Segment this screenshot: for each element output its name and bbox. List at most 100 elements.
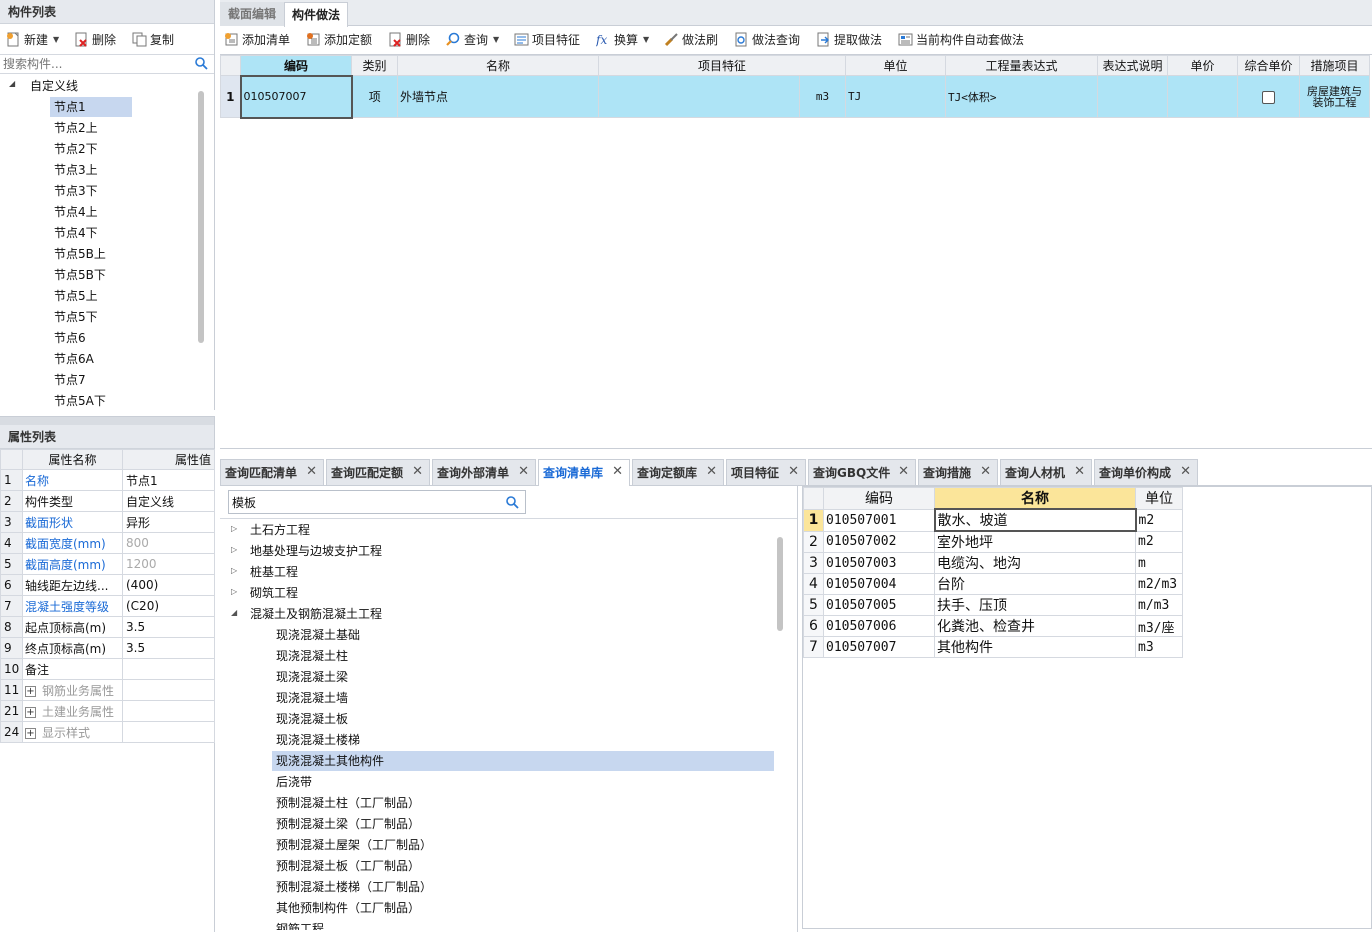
- grid-header-7[interactable]: 单价: [1167, 55, 1239, 76]
- library-tree-item[interactable]: 现浇混凝土板: [272, 709, 352, 729]
- search-icon[interactable]: [195, 57, 208, 73]
- bottom-tab-0[interactable]: 查询匹配清单 ✕: [220, 459, 324, 485]
- result-name[interactable]: 台阶: [934, 573, 1136, 595]
- component-tree-scrollbar[interactable]: [198, 91, 204, 343]
- library-tree-item[interactable]: 现浇混凝土基础: [272, 625, 364, 645]
- bottom-tab-3[interactable]: 查询清单库 ✕: [538, 459, 630, 486]
- method-row[interactable]: 1 010507007 项 外墙节点 m3 TJ TJ<体积> 房屋建筑与装饰工…: [220, 74, 1371, 119]
- bottom-tab-9[interactable]: 查询单价构成 ✕: [1094, 459, 1198, 485]
- toolbar-button-6[interactable]: 做法刷: [660, 27, 722, 51]
- library-tree-item[interactable]: 现浇混凝土墙: [272, 688, 352, 708]
- tree-item[interactable]: 节点2上: [50, 118, 102, 138]
- property-row[interactable]: 7 混凝土强度等级 (C20): [0, 595, 215, 617]
- row-feature[interactable]: [598, 75, 800, 118]
- toolbar-button-3[interactable]: 查询 ▼: [442, 27, 503, 51]
- close-icon[interactable]: ✕: [518, 459, 529, 485]
- expand-plus-icon[interactable]: +: [25, 706, 36, 718]
- expand-plus-icon[interactable]: +: [25, 727, 36, 739]
- close-icon[interactable]: ✕: [306, 459, 317, 485]
- toolbar-button-0[interactable]: 添加清单: [220, 27, 294, 51]
- toolbar-button-7[interactable]: 做法查询: [730, 27, 804, 51]
- library-tree-item[interactable]: 混凝土及钢筋混凝土工程: [246, 604, 386, 624]
- property-value[interactable]: 3.5: [122, 616, 215, 638]
- tree-item[interactable]: 节点1: [50, 97, 132, 117]
- tree-item[interactable]: 节点5上: [50, 286, 102, 306]
- close-icon[interactable]: ✕: [612, 459, 623, 485]
- library-tree-item[interactable]: 后浇带: [272, 772, 316, 792]
- row-total-price[interactable]: [1167, 75, 1239, 118]
- library-search-input[interactable]: [229, 491, 499, 513]
- tree-item[interactable]: 节点5下: [50, 307, 102, 327]
- property-row[interactable]: 6 轴线距左边线... (400): [0, 574, 215, 596]
- row-specialty[interactable]: 房屋建筑与装饰工程: [1299, 75, 1371, 118]
- result-unit[interactable]: m2/m3: [1135, 573, 1183, 595]
- tree-root[interactable]: 自定义线: [26, 76, 82, 96]
- result-name[interactable]: 电缆沟、地沟: [934, 552, 1136, 574]
- row-expr[interactable]: TJ: [845, 75, 947, 118]
- close-icon[interactable]: ✕: [1180, 459, 1191, 485]
- grid-header-1[interactable]: 类别: [351, 55, 398, 76]
- library-tree-item[interactable]: 地基处理与边坡支护工程: [246, 541, 386, 561]
- library-tree-item[interactable]: 土石方工程: [246, 520, 314, 540]
- grid-header-4[interactable]: 单位: [845, 55, 947, 76]
- toolbar-button-2[interactable]: 删除: [384, 27, 434, 51]
- grid-header-6[interactable]: 表达式说明: [1097, 55, 1169, 76]
- result-code[interactable]: 010507002: [823, 530, 935, 553]
- tree-item[interactable]: 节点4上: [50, 202, 102, 222]
- tree-expander-icon[interactable]: ◢: [231, 608, 237, 617]
- result-unit[interactable]: m/m3: [1135, 594, 1183, 616]
- property-value[interactable]: 1200: [122, 553, 215, 575]
- library-tree-item[interactable]: 预制混凝土板（工厂制品）: [272, 856, 424, 876]
- library-tree-item[interactable]: 预制混凝土楼梯（工厂制品）: [272, 877, 436, 897]
- result-name[interactable]: 扶手、压顶: [934, 594, 1136, 616]
- close-icon[interactable]: ✕: [1074, 459, 1085, 485]
- property-value[interactable]: (C20): [122, 595, 215, 617]
- close-icon[interactable]: ✕: [898, 459, 909, 485]
- result-row[interactable]: 1 010507001 散水、坡道 m2: [803, 508, 1183, 532]
- property-value[interactable]: [122, 721, 215, 743]
- library-tree-scrollbar[interactable]: [777, 537, 783, 631]
- bottom-tab-4[interactable]: 查询定额库 ✕: [632, 459, 724, 485]
- grid-header-8[interactable]: 综合单价: [1237, 55, 1301, 76]
- grid-header-5[interactable]: 工程量表达式: [945, 55, 1099, 76]
- result-name[interactable]: 化粪池、检查井: [934, 615, 1136, 637]
- property-value[interactable]: [122, 700, 215, 722]
- result-name[interactable]: 散水、坡道: [933, 508, 1137, 532]
- library-tree-item[interactable]: 现浇混凝土柱: [272, 646, 352, 666]
- property-row[interactable]: 4 截面宽度(mm) 800: [0, 532, 215, 554]
- delete-component-button[interactable]: 删除: [70, 27, 120, 51]
- bottom-tab-1[interactable]: 查询匹配定额 ✕: [326, 459, 430, 485]
- result-row[interactable]: 3 010507003 电缆沟、地沟 m: [803, 552, 1183, 574]
- toolbar-button-8[interactable]: 提取做法: [812, 27, 886, 51]
- result-code[interactable]: 010507003: [823, 552, 935, 574]
- library-tree-item[interactable]: 钢筋工程: [272, 919, 328, 930]
- tree-collapse-icon[interactable]: ◢: [9, 79, 15, 88]
- result-code[interactable]: 010507004: [823, 573, 935, 595]
- property-row[interactable]: 11 + 钢筋业务属性: [0, 679, 215, 701]
- grid-header-9[interactable]: 措施项目: [1299, 55, 1371, 76]
- result-row[interactable]: 5 010507005 扶手、压顶 m/m3: [803, 594, 1183, 616]
- close-icon[interactable]: ✕: [788, 459, 799, 485]
- property-row[interactable]: 9 终点顶标高(m) 3.5: [0, 637, 215, 659]
- result-unit[interactable]: m2: [1135, 530, 1183, 553]
- tree-item[interactable]: 节点6: [50, 328, 90, 348]
- new-button[interactable]: 新建 ▼: [2, 27, 63, 51]
- property-row[interactable]: 3 截面形状 异形: [0, 511, 215, 533]
- result-code[interactable]: 010507001: [823, 508, 935, 532]
- grid-header-3[interactable]: 项目特征: [597, 55, 847, 76]
- property-row[interactable]: 8 起点顶标高(m) 3.5: [0, 616, 215, 638]
- property-row[interactable]: 10 备注: [0, 658, 215, 680]
- result-name[interactable]: 其他构件: [934, 636, 1136, 658]
- tree-item[interactable]: 节点5B上: [50, 244, 110, 264]
- tree-expander-icon[interactable]: ▷: [231, 587, 237, 596]
- close-icon[interactable]: ✕: [980, 459, 991, 485]
- row-measure[interactable]: [1237, 75, 1301, 118]
- toolbar-button-5[interactable]: fx 换算 ▼: [592, 27, 653, 51]
- result-row[interactable]: 7 010507007 其他构件 m3: [803, 636, 1183, 658]
- result-unit[interactable]: m2: [1135, 508, 1183, 532]
- result-code[interactable]: 010507006: [823, 615, 935, 637]
- chevron-down-icon[interactable]: ▼: [493, 35, 499, 44]
- tree-item[interactable]: 节点6A: [50, 349, 98, 369]
- tree-item[interactable]: 节点4下: [50, 223, 102, 243]
- property-value[interactable]: 800: [122, 532, 215, 554]
